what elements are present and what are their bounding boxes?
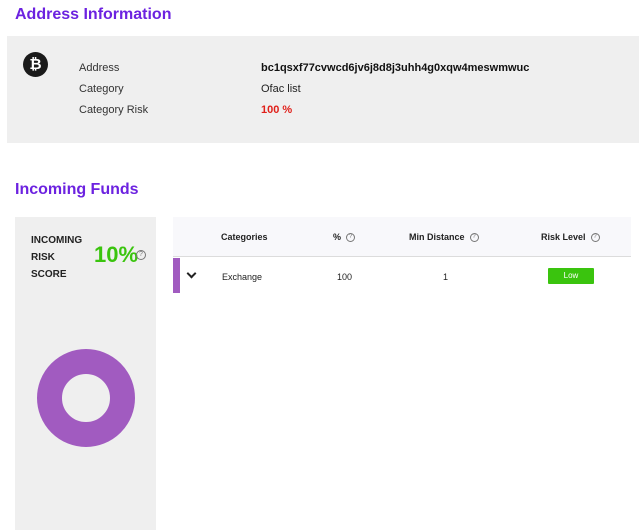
incoming-funds-title: Incoming Funds (15, 181, 139, 198)
risk-score-label-line: INCOMING (31, 235, 83, 246)
row-percent: 100 (337, 272, 353, 282)
funds-table: Categories %? Min Distance? Risk Level? … (173, 217, 631, 297)
help-icon[interactable]: ? (590, 233, 600, 243)
row-color-indicator (173, 258, 180, 293)
category-value: Ofac list (261, 83, 301, 95)
address-label: Address (79, 62, 120, 74)
address-info-panel: ₿ Address bc1qsxf77cvwcd6jv6j8d8j3uhh4g0… (7, 36, 639, 143)
bitcoin-icon: ₿ (23, 52, 48, 77)
donut-segment-exchange[interactable] (37, 349, 135, 447)
risk-score-panel: INCOMING RISK SCORE 10% ? (15, 217, 156, 530)
header-categories[interactable]: Categories (221, 232, 268, 242)
address-information-title: Address Information (15, 6, 172, 23)
table-header: Categories %? Min Distance? Risk Level? (173, 217, 631, 257)
risk-donut-chart[interactable] (36, 348, 136, 448)
header-min-distance[interactable]: Min Distance? (409, 232, 479, 243)
risk-score-value: 10% (94, 242, 139, 267)
header-percent[interactable]: %? (333, 232, 356, 243)
risk-level-badge: Low (548, 268, 594, 284)
risk-score-label-line: RISK (31, 252, 55, 263)
category-label: Category (79, 83, 124, 95)
table-row[interactable]: Exchange 100 1 Low (173, 258, 631, 293)
risk-score-label-line: SCORE (31, 269, 67, 280)
help-icon[interactable]: ? (136, 250, 146, 260)
header-label: Categories (221, 232, 268, 242)
chevron-down-icon[interactable] (186, 268, 197, 279)
row-category: Exchange (222, 272, 263, 282)
category-risk-label: Category Risk (79, 104, 149, 116)
category-risk-value: 100 % (261, 104, 293, 116)
help-icon[interactable]: ? (346, 233, 356, 243)
help-icon[interactable]: ? (469, 233, 479, 243)
row-min-distance: 1 (443, 272, 449, 282)
header-label: Risk Level (541, 232, 586, 242)
address-value: bc1qsxf77cvwcd6jv6j8d8j3uhh4g0xqw4meswmw… (261, 62, 530, 74)
header-label: % (333, 232, 342, 242)
header-risk-level[interactable]: Risk Level? (541, 232, 600, 243)
header-label: Min Distance (409, 232, 465, 242)
risk-score-label: INCOMING RISK SCORE (31, 232, 91, 283)
